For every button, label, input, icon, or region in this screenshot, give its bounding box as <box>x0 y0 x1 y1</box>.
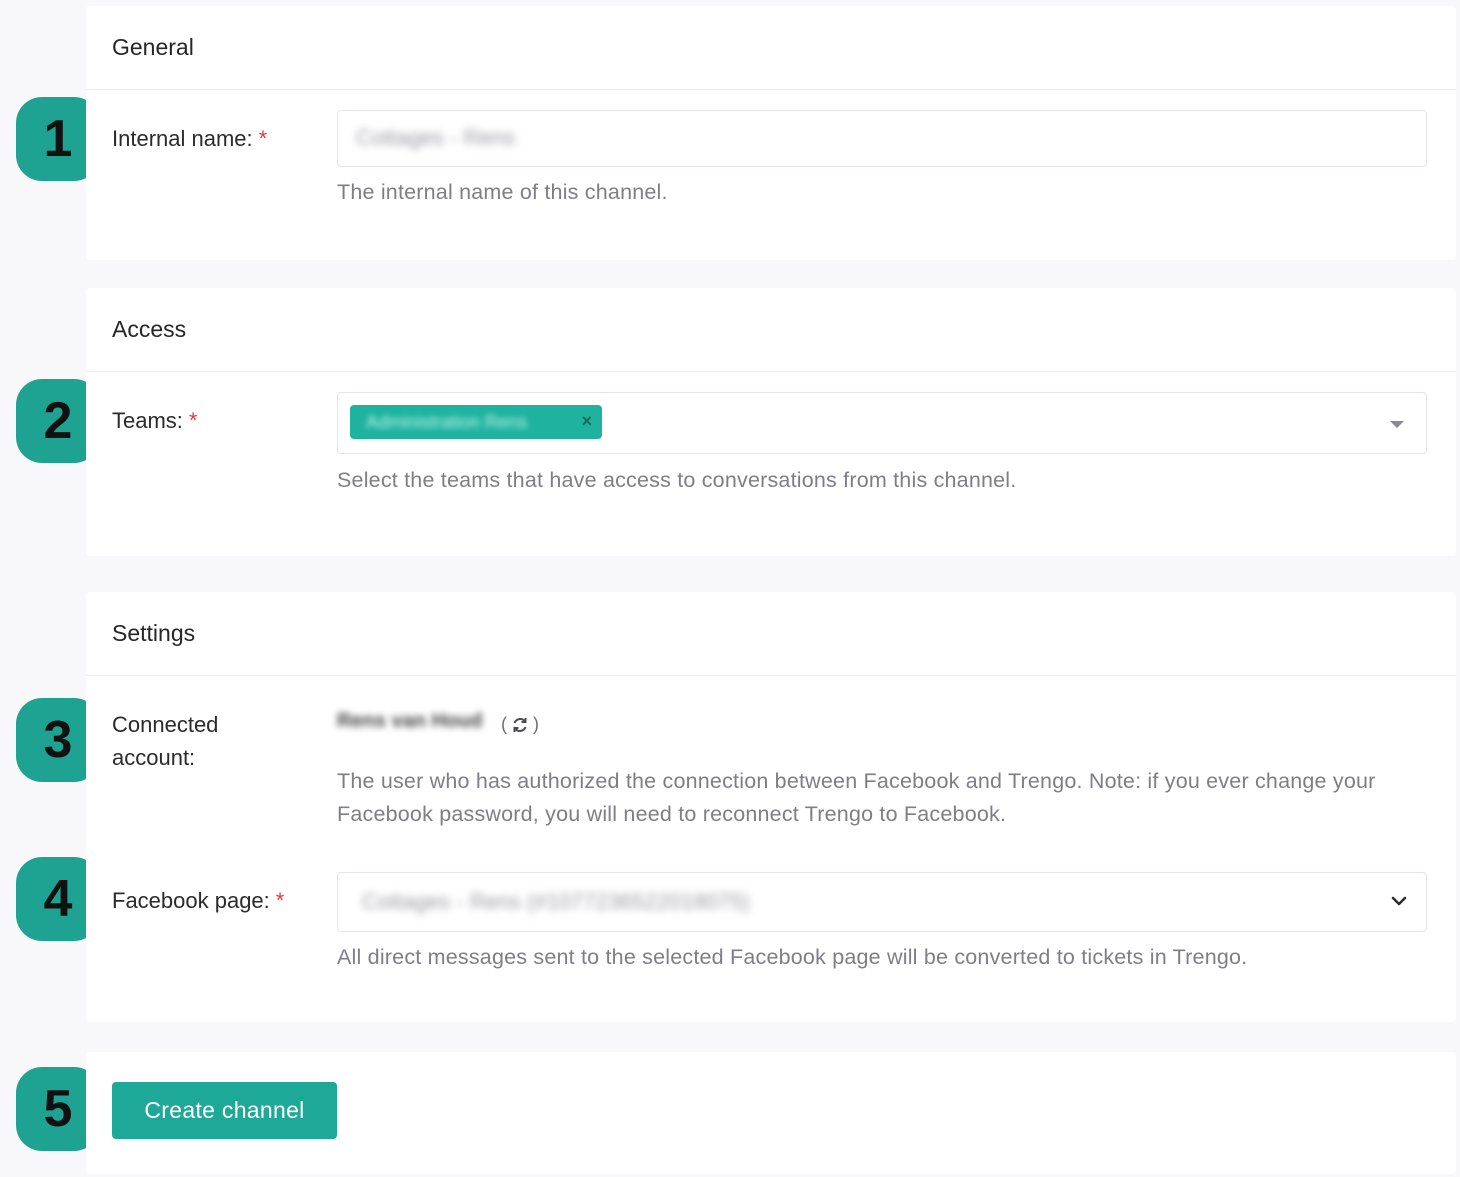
refresh-open-paren: ( <box>501 714 507 734</box>
create-channel-button[interactable]: Create channel <box>112 1082 337 1139</box>
general-section-title: General <box>86 6 1456 90</box>
tag-remove-icon[interactable]: × <box>581 411 592 432</box>
teams-label: Teams: * <box>112 408 198 433</box>
settings-section-title: Settings <box>86 592 1456 676</box>
facebook-page-select[interactable]: Cottages - Rens (#1077236522018075) <box>337 872 1427 932</box>
connected-account-label: Connected account: <box>112 712 219 770</box>
internal-name-input[interactable]: Cottages - Rens <box>337 110 1427 167</box>
team-tag-label: Administration Rens <box>366 411 528 432</box>
general-section: General Internal name: * Cottages - Rens … <box>86 6 1456 260</box>
dropdown-caret-icon[interactable] <box>1390 421 1404 428</box>
facebook-page-value: Cottages - Rens (#1077236522018075) <box>362 889 750 914</box>
settings-section: Settings Connected account: Rens van Hou… <box>86 592 1456 1022</box>
connected-account-value: Rens van Houd <box>337 710 483 732</box>
required-marker: * <box>258 126 268 151</box>
refresh-close-paren: ) <box>533 714 539 734</box>
teams-help: Select the teams that have access to con… <box>337 468 1017 492</box>
connected-account-help: The user who has authorized the connecti… <box>337 769 1376 826</box>
teams-multiselect[interactable]: Administration Rens × <box>337 392 1427 454</box>
facebook-page-label: Facebook page: * <box>112 888 285 913</box>
required-marker: * <box>188 408 198 433</box>
chevron-down-icon[interactable] <box>1388 890 1410 912</box>
refresh-icon[interactable] <box>511 716 529 734</box>
internal-name-help: The internal name of this channel. <box>337 180 668 204</box>
team-tag: Administration Rens × <box>350 405 602 439</box>
access-section: Access Teams: * Administration Rens × Sel… <box>86 288 1456 556</box>
internal-name-label: Internal name: * <box>112 126 268 151</box>
connected-account-value-row: Rens van Houd ( ) <box>337 710 737 740</box>
facebook-page-help: All direct messages sent to the selected… <box>337 945 1248 969</box>
internal-name-value: Cottages - Rens <box>356 125 515 150</box>
required-marker: * <box>275 888 285 913</box>
access-section-title: Access <box>86 288 1456 372</box>
